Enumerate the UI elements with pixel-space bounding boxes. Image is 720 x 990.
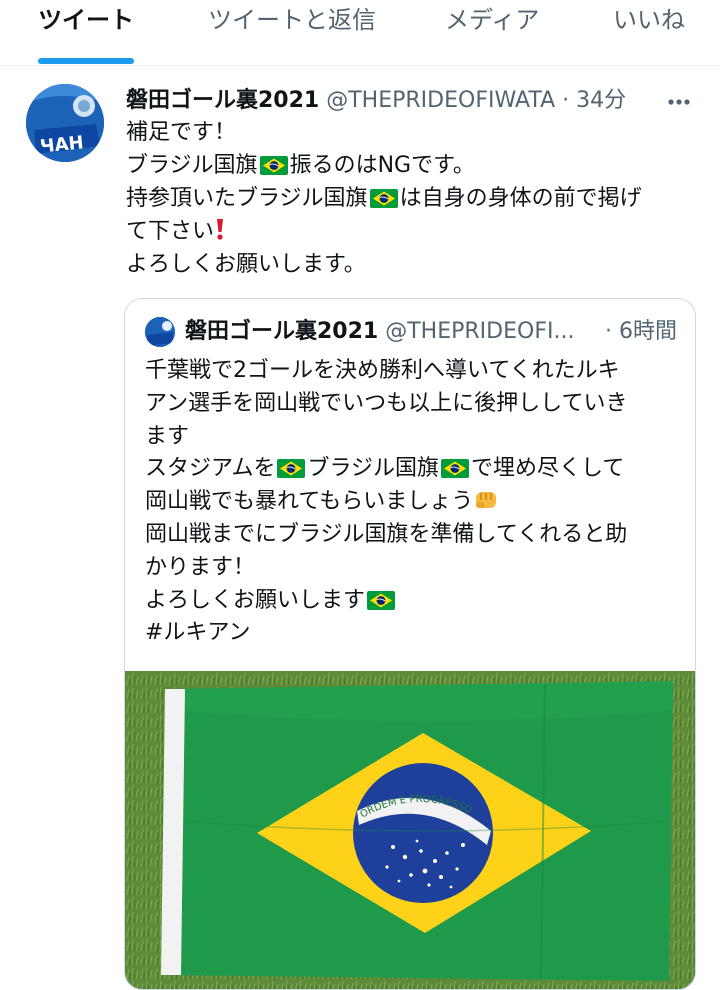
tweet-line: 持参頂いたブラジル国旗 は自身の身体の前で掲げ [126,185,642,211]
quote-line: 千葉戦で2ゴールを決め勝利へ導いてくれたルキ [145,358,620,383]
quote-line: 岡山戦までにブラジル国旗を準備してくれると助 [145,521,628,547]
quote-line: かります！ [145,554,256,580]
quoted-author-name: 磐田ゴール裏2021 [185,319,379,344]
tweet-line: よろしくお願いします。 [126,252,366,277]
quote-line: スタジアムを ブラジル国旗 で埋め尽くして [145,456,625,482]
quoted-author-line: 磐田ゴール裏2021 @THEPRIDEOFI... [185,317,574,347]
quoted-tweet-card[interactable]: 磐田ゴール裏2021 @THEPRIDEOFI... · 6時間 千葉戦で2ゴー… [124,298,696,990]
tweet-line: ブラジル国旗 振るのはNGです。 [126,152,475,178]
author-handle[interactable]: @THEPRIDEOFIWATA [326,88,555,113]
quote-line: 岡山戦でも暴れてもらいましょう [145,486,685,519]
quoted-tweet-text: 千葉戦で2ゴールを決め勝利へ導いてくれたルキ アン選手を岡山戦でいつも以上に後押… [145,355,685,650]
quoted-avatar [145,317,175,347]
quote-hashtag-line[interactable]: #ルキアン [145,617,685,650]
active-tab-indicator [38,58,134,64]
tweet-text: 補足です！ ブラジル国旗 振るのはNGです。 持参頂いたブラジル国旗 は自身の身体の… [126,116,696,281]
profile-tabs: ツイート ツイートと返信 メディア いいね [0,0,720,66]
quote-line: よろしくお願いします [145,585,685,618]
brazil-flag-emoji [277,456,306,479]
avatar[interactable]: ЧАН [26,84,104,162]
oncoming-fist-emoji [473,488,499,512]
quote-line: ます [145,423,190,449]
quoted-author-handle: @THEPRIDEOFI... [385,319,575,344]
brazil-flag-photo[interactable]: ORDEM E PROGRESSO [125,671,695,989]
red-exclamation-emoji [214,217,226,241]
author-name[interactable]: 磐田ゴール裏2021 [126,88,319,113]
separator-dot: · [562,88,570,113]
brazil-flag-emoji [441,456,470,479]
tweet-line: て下さい [126,215,696,248]
brazil-flag-emoji [369,185,398,208]
quote-line: アン選手を岡山戦でいつも以上に後押ししていき [145,390,628,416]
tab-media[interactable]: メディア [445,4,539,44]
quoted-timestamp: · 6時間 [605,319,677,344]
tweet-line: 補足です！ [126,120,237,145]
tweet-timestamp[interactable]: 34分 [576,88,626,113]
tab-likes[interactable]: いいね [613,4,685,44]
tab-tweets-and-replies[interactable]: ツイートと返信 [208,4,376,44]
tab-tweets[interactable]: ツイート [38,4,134,44]
brazil-flag-emoji [259,152,288,175]
brazil-flag-emoji [367,588,396,610]
more-horizontal-icon[interactable] [664,86,696,116]
tweet-author-line: 磐田ゴール裏2021 @THEPRIDEOFIWATA · 34分 [126,86,626,116]
